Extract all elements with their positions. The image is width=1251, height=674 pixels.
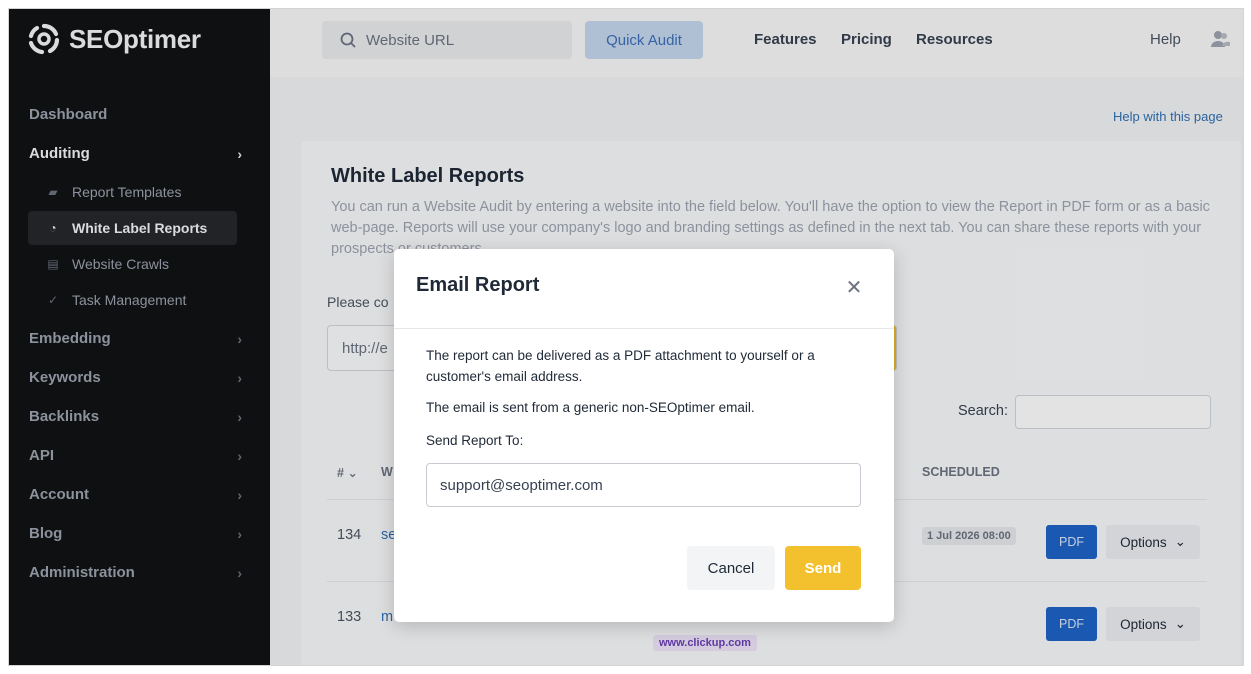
modal-title: Email Report xyxy=(416,274,540,296)
close-icon[interactable]: ✕ xyxy=(844,277,864,299)
email-field[interactable]: support@seoptimer.com xyxy=(426,463,861,507)
email-field-value: support@seoptimer.com xyxy=(440,476,603,494)
cancel-button[interactable]: Cancel xyxy=(687,546,775,590)
app-frame: SEOptimer Dashboard Auditing › ▰ Report … xyxy=(8,8,1244,666)
modal-description: The report can be delivered as a PDF att… xyxy=(426,348,815,384)
send-button[interactable]: Send xyxy=(785,546,861,590)
modal-header: Email Report ✕ xyxy=(394,249,894,329)
modal-sender-note: The email is sent from a generic non-SEO… xyxy=(426,400,755,415)
send-to-label: Send Report To: xyxy=(426,433,524,448)
email-report-modal: Email Report ✕ The report can be deliver… xyxy=(394,249,894,622)
